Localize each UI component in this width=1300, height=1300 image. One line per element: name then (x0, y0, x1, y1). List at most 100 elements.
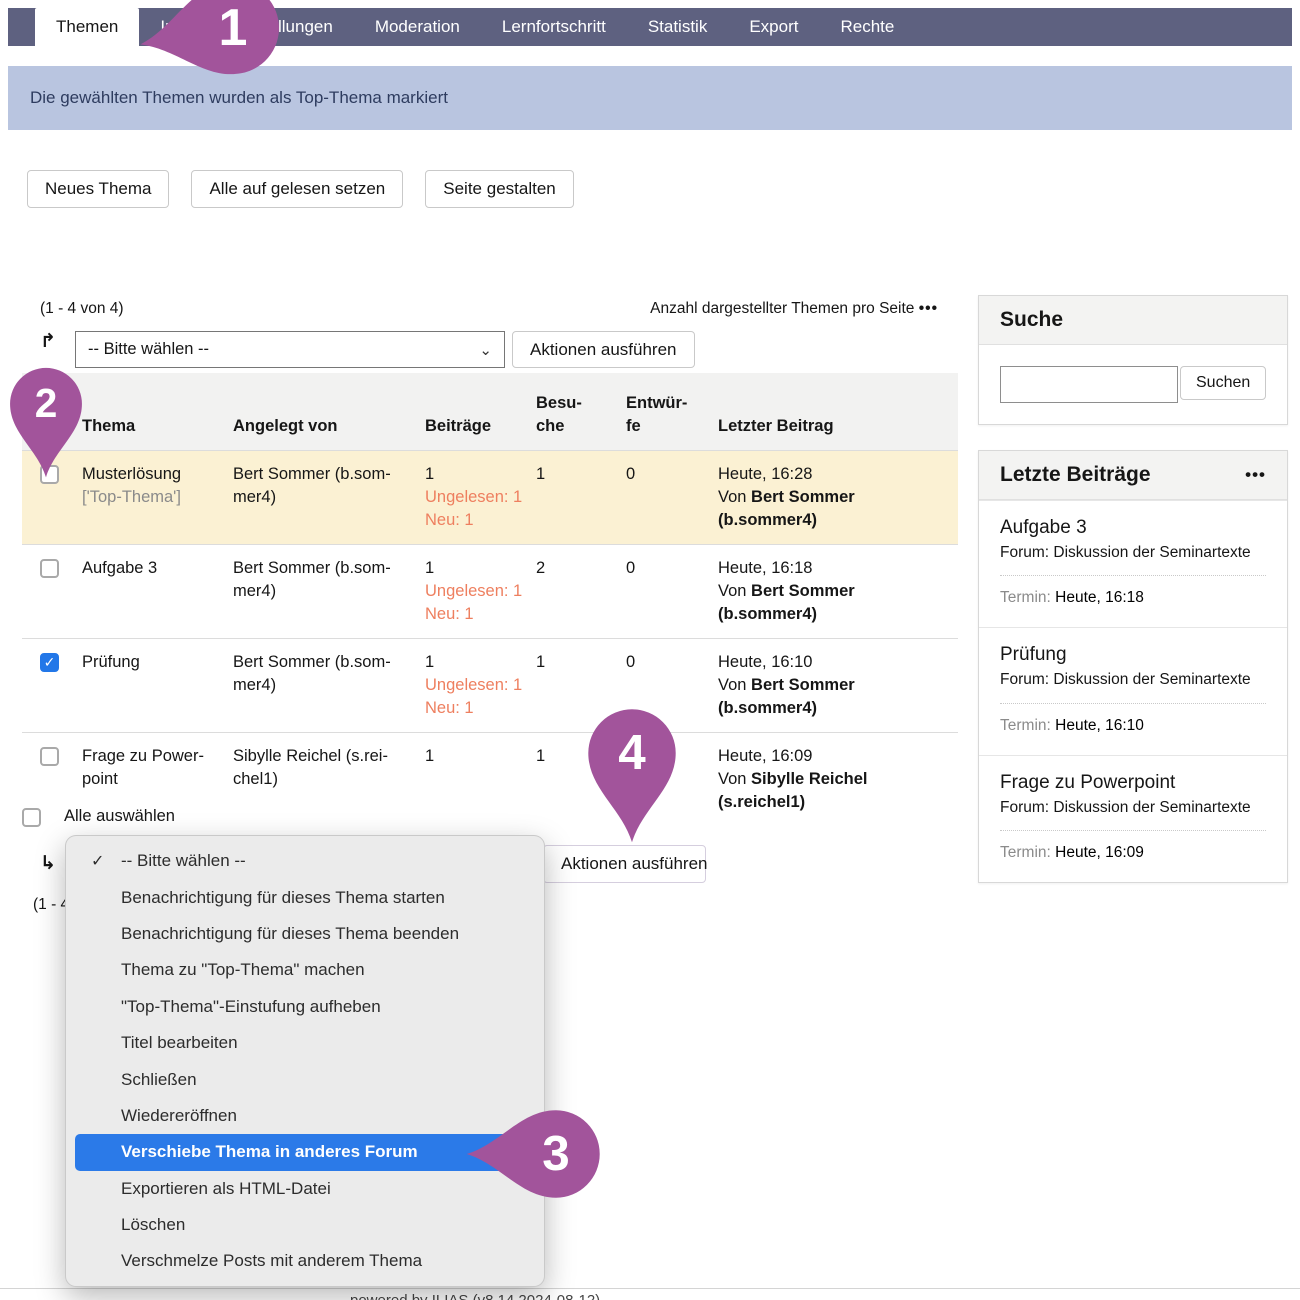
col-header-angelegt-von[interactable]: Angelegt von (233, 415, 425, 438)
topics-table: Thema Angelegt von Beiträge Besu­che Ent… (22, 373, 958, 826)
menu-item-benachrichtigung-starten[interactable]: Benachrichtigung für dieses Thema starte… (66, 879, 544, 915)
apply-to-selection-bottom-icon: ↳ (40, 852, 56, 875)
action-select-top[interactable]: -- Bitte wählen -- ⌄ (75, 331, 505, 368)
recent-post-forum: Forum: Diskussion der Seminartex­te (1000, 797, 1266, 819)
tab-lernfortschritt[interactable]: Lernfortschritt (481, 8, 627, 46)
topic-link[interactable]: Musterlösung (82, 463, 223, 486)
term-label: Termin: (1000, 589, 1051, 606)
execute-actions-button-bottom[interactable]: Aktionen ausführen (543, 845, 706, 883)
unread-count: Ungelesen: 1 (425, 580, 536, 603)
chevron-down-icon: ⌄ (479, 341, 492, 359)
visits-count: 1 (536, 745, 626, 814)
recent-posts-panel: Letzte Beiträge ••• Aufgabe 3 Forum: Dis… (978, 450, 1288, 883)
posts-count: 1 (425, 745, 536, 768)
tab-statistik[interactable]: Statistik (627, 8, 729, 46)
menu-item-benachrichtigung-beenden[interactable]: Benachrichtigung für dieses Thema beende… (66, 916, 544, 952)
menu-item-verschiebe-thema[interactable]: Verschiebe Thema in anderes Forum (75, 1134, 535, 1170)
table-row: Aufgabe 3 Bert Sommer (b.som­mer4) 1 Ung… (22, 544, 958, 638)
posts-count: 1 (425, 651, 536, 674)
menu-item-top-thema-aufheben[interactable]: "Top-Thema"-Einstufung aufheben (66, 989, 544, 1025)
recent-post-forum: Forum: Diskussion der Seminartex­te (1000, 542, 1266, 564)
topic-author: Bert Sommer (b.som­mer4) (233, 463, 425, 532)
menu-item-schliessen[interactable]: Schließen (66, 1061, 544, 1097)
menu-item-loeschen[interactable]: Löschen (66, 1207, 544, 1243)
search-panel-title: Suche (1000, 308, 1063, 332)
mark-all-read-button[interactable]: Alle auf gelesen setzen (191, 170, 403, 208)
new-topic-button[interactable]: Neues Thema (27, 170, 169, 208)
row-checkbox[interactable] (40, 465, 59, 484)
tab-export[interactable]: Export (728, 8, 819, 46)
table-row: Musterlösung ['Top-Thema'] Bert Sommer (… (22, 450, 958, 544)
topic-link[interactable]: Frage zu Power­point (82, 745, 223, 791)
term-value: Heute, 16:09 (1055, 844, 1144, 861)
menu-item-label: -- Bitte wählen -- (121, 851, 246, 871)
term-label: Termin: (1000, 717, 1051, 734)
drafts-count: 0 (626, 651, 718, 720)
topic-tag: ['Top-Thema'] (82, 486, 223, 509)
topic-author: Bert Sommer (b.som­mer4) (233, 557, 425, 626)
search-button[interactable]: Suchen (1180, 366, 1266, 400)
menu-item-top-thema-machen[interactable]: Thema zu "Top-Thema" machen (66, 952, 544, 988)
col-header-letzter-beitrag[interactable]: Letzter Beitrag (718, 415, 958, 438)
new-count: Neu: 1 (425, 603, 536, 626)
menu-item-wiedereroeffnen[interactable]: Wiedereröffnen (66, 1098, 544, 1134)
unread-count: Ungelesen: 1 (425, 486, 536, 509)
per-page-menu-icon[interactable]: ••• (919, 300, 938, 317)
recent-post-item: Aufgabe 3 Forum: Diskussion der Seminart… (979, 500, 1287, 627)
col-header-thema[interactable]: Thema (82, 415, 233, 438)
col-header-beitraege[interactable]: Beiträge (425, 415, 536, 438)
success-banner-text: Die gewählten Themen wurden als Top-Them… (30, 88, 448, 108)
drafts-count: 0 (626, 463, 718, 532)
row-checkbox[interactable] (40, 747, 59, 766)
search-panel: Suche Suchen (978, 295, 1288, 425)
tab-moderation[interactable]: Moderation (354, 8, 481, 46)
row-checkbox[interactable] (40, 559, 59, 578)
table-header-row: Thema Angelegt von Beiträge Besu­che Ent… (22, 373, 958, 450)
table-row: ✓ Prüfung Bert Sommer (b.som­mer4) 1 Ung… (22, 638, 958, 732)
term-label: Termin: (1000, 844, 1051, 861)
last-post-prefix: Von (718, 770, 751, 788)
posts-count: 1 (425, 557, 536, 580)
recent-posts-menu-icon[interactable]: ••• (1245, 465, 1266, 485)
per-page-control: Anzahl dargestellter Themen pro Seite ••… (650, 300, 938, 318)
pagination-top: (1 - 4 von 4) Anzahl dargestellter Theme… (40, 300, 938, 318)
recent-post-item: Prüfung Forum: Diskussion der Seminartex… (979, 627, 1287, 754)
col-header-entwuerfe[interactable]: Entwür­fe (626, 392, 718, 438)
posts-count: 1 (425, 463, 536, 486)
tab-info[interactable]: Info (139, 8, 209, 46)
footer-divider (0, 1288, 1300, 1289)
drafts-count: 0 (626, 557, 718, 626)
tab-themen[interactable]: Themen (35, 8, 139, 46)
unread-count: Ungelesen: 1 (425, 674, 536, 697)
pagination-range: (1 - 4 von 4) (40, 300, 124, 318)
recent-post-title[interactable]: Frage zu Powerpoint (1000, 772, 1266, 794)
topic-link[interactable]: Prüfung (82, 651, 223, 674)
menu-item-exportieren[interactable]: Exportieren als HTML-Datei (66, 1171, 544, 1207)
menu-item-titel-bearbeiten[interactable]: Titel bearbeiten (66, 1025, 544, 1061)
menu-item-bitte-waehlen[interactable]: ✓-- Bitte wählen -- (66, 843, 544, 879)
tab-rechte[interactable]: Rechte (819, 8, 915, 46)
per-page-label: Anzahl dargestellter Themen pro Seite (650, 300, 914, 317)
select-all-label: Alle auswählen (64, 807, 175, 826)
topic-link[interactable]: Aufgabe 3 (82, 557, 223, 580)
search-input[interactable] (1000, 366, 1178, 403)
recent-post-title[interactable]: Prüfung (1000, 644, 1266, 666)
new-count: Neu: 1 (425, 697, 536, 720)
design-page-button[interactable]: Seite gestalten (425, 170, 573, 208)
action-select-top-value: -- Bitte wählen -- (88, 340, 209, 359)
success-banner: Die gewählten Themen wurden als Top-Them… (8, 66, 1292, 130)
select-all-checkbox[interactable] (22, 808, 41, 827)
row-checkbox-checked[interactable]: ✓ (40, 653, 59, 672)
tab-einstellungen[interactable]: Einstellungen (210, 8, 354, 46)
topic-author: Bert Sommer (b.som­mer4) (233, 651, 425, 720)
recent-posts-title: Letzte Beiträge (1000, 463, 1151, 487)
execute-actions-button-top[interactable]: Aktionen ausführen (512, 331, 695, 368)
recent-post-title[interactable]: Aufgabe 3 (1000, 517, 1266, 539)
menu-item-verschmelze-posts[interactable]: Verschmelze Posts mit anderem Thema (66, 1243, 544, 1279)
last-post-date: Heute, 16:10 (718, 651, 958, 674)
select-all-row: Alle auswählen (22, 806, 175, 827)
dotted-divider (1000, 830, 1266, 831)
visits-count: 2 (536, 557, 626, 626)
col-header-besuche[interactable]: Besu­che (536, 392, 626, 438)
last-post-date: Heute, 16:09 (718, 745, 958, 768)
